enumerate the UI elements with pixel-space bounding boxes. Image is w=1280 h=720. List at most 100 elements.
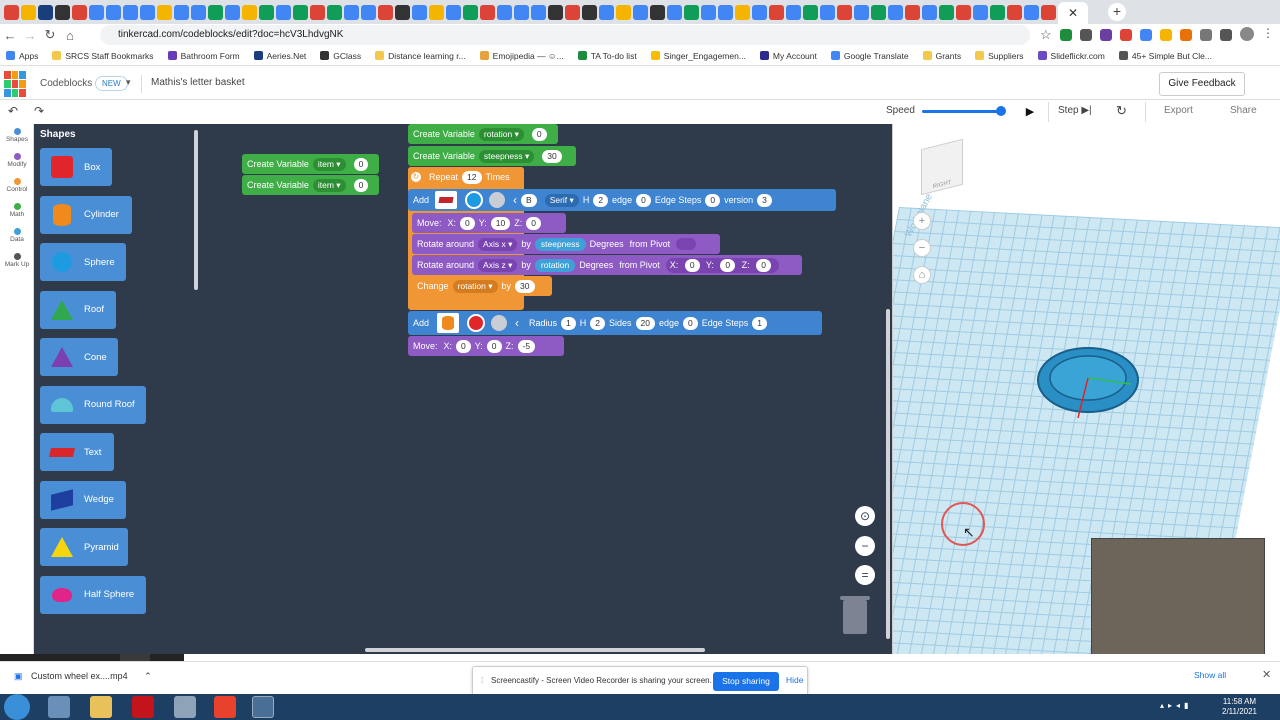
chevron-up-icon[interactable]: ⌃ [144,671,152,681]
bookmark-item[interactable]: Slideflickr.com [1037,51,1105,61]
reload-icon[interactable]: ↻ [40,27,60,43]
back-icon[interactable]: ← [0,28,20,43]
variable-reporter[interactable]: steepness [534,237,586,251]
tab-icon[interactable] [174,4,189,20]
forward-icon[interactable]: → [20,28,40,43]
palette-block-roof[interactable]: Roof [40,290,116,329]
tab-icon[interactable] [463,4,478,20]
redo-icon[interactable]: ↷ [34,104,44,118]
extension-icon[interactable] [1060,29,1072,41]
code-workspace[interactable]: Create Variable item ▾ 0 Create Variable… [200,124,892,654]
font-dropdown[interactable]: Serif ▾ [544,193,579,207]
bookmark-item[interactable]: Grants [922,51,961,61]
tab-icon[interactable] [344,4,359,20]
hole-toggle-icon[interactable] [491,315,508,331]
tab-icon[interactable] [769,4,784,20]
tab-icon[interactable] [1024,4,1039,20]
tab-icon[interactable] [599,4,614,20]
repeat-count-field[interactable]: 12 [462,170,482,184]
tab-icon[interactable] [446,4,461,20]
text-value-field[interactable]: B [521,193,537,207]
wheel-model[interactable] [1033,338,1143,428]
tab-icon[interactable] [378,4,393,20]
palette-block-wedge[interactable]: Wedge [40,480,126,519]
bookmark-item[interactable]: Google Translate [830,51,909,61]
move-block[interactable]: Move: X: 0 Y: 0 Z: -5 [408,336,564,356]
extension-icon[interactable] [1080,29,1092,41]
tab-icon[interactable] [990,4,1005,20]
project-name[interactable]: Mathis's letter basket [151,77,245,88]
value-field[interactable]: 0 [353,178,369,192]
z-field[interactable]: -5 [517,339,536,353]
bookmark-item[interactable]: Apps [6,51,38,61]
tab-icon[interactable] [565,4,580,20]
tinkercad-logo[interactable] [4,71,26,97]
home-icon[interactable]: ⌂ [60,28,80,43]
trash-icon[interactable] [840,596,870,634]
tab-icon[interactable] [361,4,376,20]
create-variable-block[interactable]: Create Variable rotation ▾ 0 [408,124,558,144]
app-icon[interactable] [174,696,196,718]
add-text-block[interactable]: Add ‹ B Serif ▾ H 2 edge 0 Edge Steps 0 … [408,189,836,211]
new-tab-button[interactable]: + [1108,3,1126,21]
play-button[interactable]: ▶ [1020,102,1040,122]
tab-icon[interactable] [497,4,512,20]
color-swatch[interactable] [467,314,486,332]
speed-slider-handle[interactable] [996,106,1006,116]
category-shapes[interactable]: Shapes [0,128,34,143]
tab-icon[interactable] [888,4,903,20]
tab-icon[interactable] [38,4,53,20]
step-button[interactable]: Step ▶| [1058,105,1092,116]
palette-block-round-roof[interactable]: Round Roof [40,385,146,424]
close-icon[interactable]: ✕ [1262,668,1271,681]
palette-block-box[interactable]: Box [40,148,112,186]
tab-icon[interactable] [21,4,36,20]
category-modify[interactable]: Modify [0,153,34,168]
edge-field[interactable]: 0 [636,193,651,207]
palette-block-pyramid[interactable]: Pyramid [40,528,128,566]
category-data[interactable]: Data [0,228,34,243]
start-button[interactable] [4,694,30,720]
variable-dropdown[interactable]: item ▾ [312,178,346,192]
extension-icon[interactable] [1100,29,1112,41]
z-field[interactable]: 0 [756,258,771,272]
tab-icon[interactable] [871,4,886,20]
stop-sharing-button[interactable]: Stop sharing [713,672,779,691]
system-clock[interactable]: 11:58 AM 2/11/2021 [1222,697,1257,717]
edge-steps-field[interactable]: 0 [705,193,721,207]
reset-icon[interactable]: ↻ [1116,103,1127,119]
tab-icon[interactable] [191,4,206,20]
x-field[interactable]: 0 [684,258,700,272]
height-field[interactable]: 2 [590,316,605,330]
create-variable-block[interactable]: Create Variable item ▾ 0 [242,175,379,195]
tab-icon[interactable] [157,4,172,20]
rotate-around-block[interactable]: Rotate around Axis z ▾ by rotation Degre… [412,255,802,275]
show-all-button[interactable]: Show all [1194,670,1226,680]
tab-icon[interactable] [650,4,665,20]
undo-icon[interactable]: ↶ [8,104,18,118]
tab-icon[interactable] [973,4,988,20]
hide-button[interactable]: Hide [786,675,803,685]
tab-icon[interactable] [735,4,750,20]
workspace-horizontal-scrollbar[interactable] [365,648,705,652]
value-field[interactable]: 30 [515,279,535,293]
bookmark-item[interactable]: Suppliers [975,51,1024,61]
extension-icon[interactable] [1180,29,1192,41]
palette-block-text[interactable]: Text [40,433,114,471]
tab-icon[interactable] [327,4,342,20]
recenter-icon[interactable]: ⊙ [855,506,875,526]
bookmark-item[interactable]: My Account [759,51,817,61]
x-field[interactable]: 0 [456,339,471,353]
tab-icon[interactable] [89,4,104,20]
palette-block-half-sphere[interactable]: Half Sphere [40,575,146,614]
sides-field[interactable]: 20 [635,316,655,330]
menu-dots-icon[interactable]: ⋮ [1262,26,1274,40]
variable-dropdown[interactable]: rotation ▾ [478,127,524,141]
url-field[interactable]: tinkercad.com/codeblocks/edit?doc=hcV3Lh… [100,25,1030,45]
share-button[interactable]: Share [1230,105,1257,116]
tab-icon[interactable] [242,4,257,20]
bookmark-item[interactable]: SRCS Staff Bookmarks [52,51,154,61]
tab-icon[interactable] [480,4,495,20]
radius-field[interactable]: 1 [561,316,576,330]
palette-scrollbar[interactable] [194,130,198,290]
